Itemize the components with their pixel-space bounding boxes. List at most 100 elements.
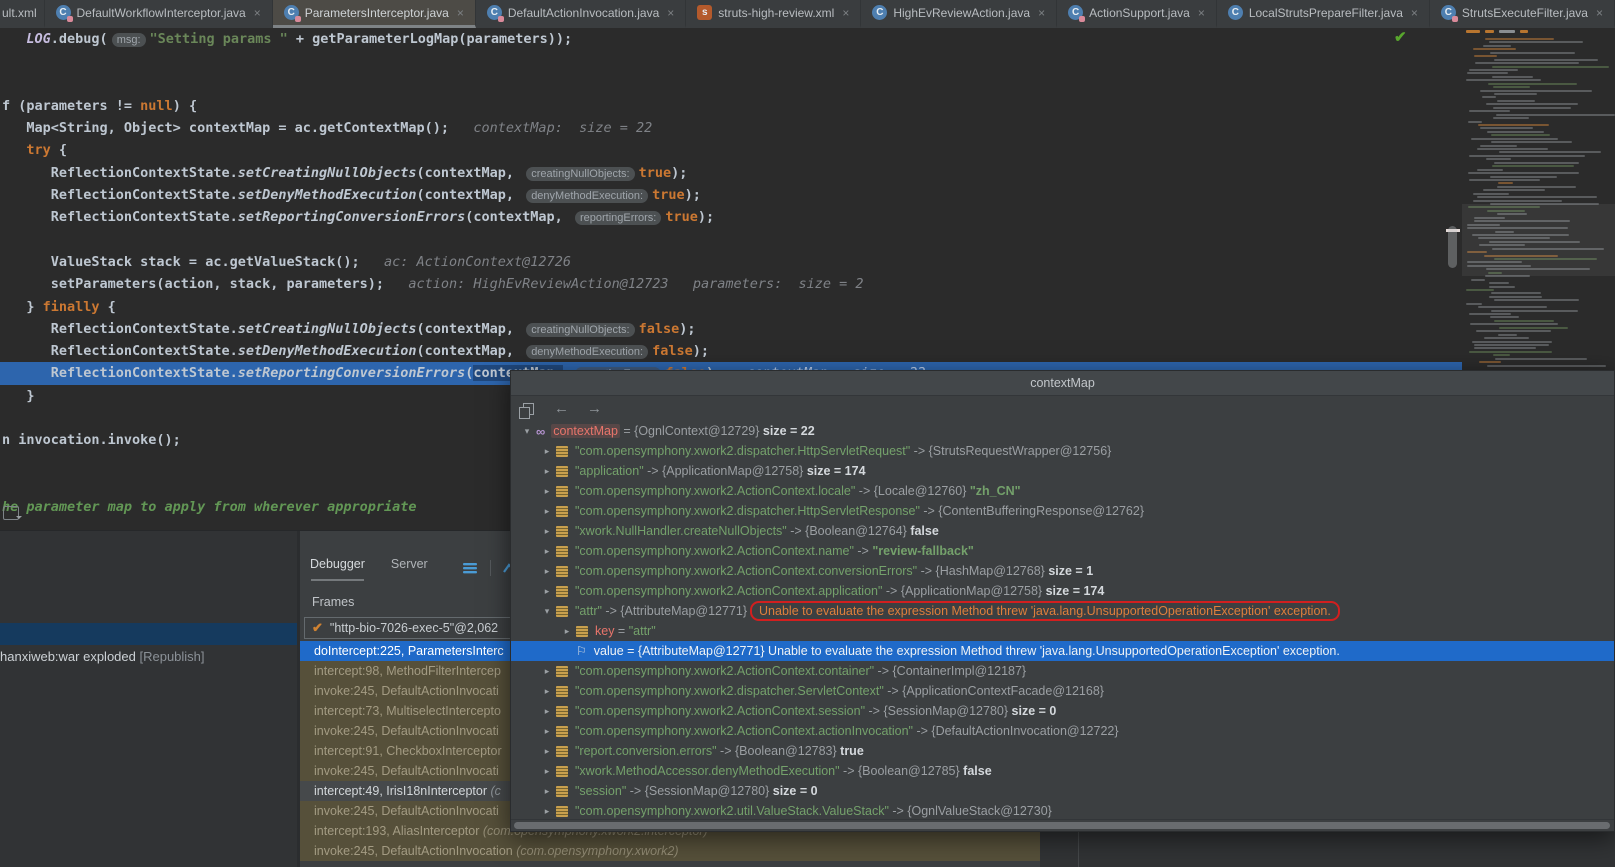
variable-text: size = 174: [807, 464, 866, 478]
menu-icon[interactable]: [462, 561, 478, 575]
editor-tab[interactable]: CDefaultActionInvocation.java×: [476, 0, 686, 28]
popup-hscrollbar-thumb[interactable]: [514, 822, 1610, 829]
variable-text: size = 174: [1046, 584, 1105, 598]
chevron-collapsed-icon[interactable]: ▸: [539, 526, 555, 537]
variable-node[interactable]: ▸"com.opensymphony.xwork2.dispatcher.Htt…: [511, 501, 1614, 521]
chevron-collapsed-icon[interactable]: ▸: [539, 466, 555, 477]
variable-node[interactable]: ▸"xwork.NullHandler.createNullObjects" -…: [511, 521, 1614, 541]
chevron-collapsed-icon[interactable]: ▸: [539, 446, 555, 457]
minimap-viewport[interactable]: [1462, 204, 1615, 276]
variable-text: value: [594, 644, 624, 658]
variable-text: {DefaultActionInvocation@12722}: [931, 724, 1118, 738]
variable-node[interactable]: ▸"com.opensymphony.xwork2.ActionContext.…: [511, 481, 1614, 501]
variable-text: ->: [920, 504, 938, 518]
editor-tab[interactable]: CActionSupport.java×: [1057, 0, 1217, 28]
editor-tab[interactable]: CDefaultWorkflowInterceptor.java×: [45, 0, 273, 28]
editor-scrollbar-thumb[interactable]: [1448, 226, 1457, 268]
editor-tab[interactable]: ult.xml×: [0, 0, 45, 28]
editor-tab[interactable]: sstruts-high-review.xml×: [686, 0, 861, 28]
variable-node[interactable]: ▸"com.opensymphony.xwork2.util.ValueStac…: [511, 801, 1614, 821]
copy-value-icon[interactable]: [523, 403, 534, 415]
chevron-collapsed-icon[interactable]: ▸: [539, 586, 555, 597]
editor-tab[interactable]: CStrutsExecuteFilter.java×: [1430, 0, 1615, 28]
editor-tab[interactable]: CParametersInterceptor.java×: [273, 0, 476, 28]
stack-frame[interactable]: invoke:245, DefaultActionInvocation (com…: [300, 841, 1040, 861]
inspections-ok-icon[interactable]: ✔: [1394, 28, 1407, 46]
close-icon[interactable]: ×: [842, 6, 849, 20]
variable-node[interactable]: ▸key = "attr": [511, 621, 1614, 641]
parameter-hint-chip: creatingNullObjects:: [526, 167, 634, 181]
modified-badge-icon: [67, 16, 73, 22]
variable-node[interactable]: ▸"com.opensymphony.xwork2.ActionContext.…: [511, 721, 1614, 741]
variable-node[interactable]: ▾∞contextMap = {OgnlContext@12729} size …: [511, 421, 1614, 441]
chevron-collapsed-icon[interactable]: ▸: [559, 626, 575, 637]
variable-text: {ApplicationMap@12758}: [901, 584, 1046, 598]
frame-label: doIntercept:225, ParametersInterc: [314, 644, 504, 658]
close-icon[interactable]: ×: [1596, 6, 1603, 20]
variable-node[interactable]: ▸"com.opensymphony.xwork2.dispatcher.Htt…: [511, 441, 1614, 461]
tab-label: StrutsExecuteFilter.java: [1462, 6, 1588, 20]
forward-icon[interactable]: →: [587, 401, 602, 416]
close-icon[interactable]: ×: [1038, 6, 1045, 20]
variable-text: {ApplicationMap@12758}: [662, 464, 807, 478]
variable-node[interactable]: ▸"com.opensymphony.xwork2.dispatcher.Ser…: [511, 681, 1614, 701]
code-line: LOG.debug(msg:"Setting params " + getPar…: [0, 28, 1615, 50]
variable-text: {ContentBufferingResponse@12762}: [938, 504, 1144, 518]
variable-node[interactable]: ▸"com.opensymphony.xwork2.ActionContext.…: [511, 561, 1614, 581]
chevron-collapsed-icon[interactable]: ▸: [539, 486, 555, 497]
variable-node[interactable]: ▸"report.conversion.errors" -> {Boolean@…: [511, 741, 1614, 761]
parameter-hint-chip: creatingNullObjects:: [526, 323, 634, 337]
services-item[interactable]: hanxiweb:war exploded [Republish]: [0, 645, 297, 668]
variable-node[interactable]: ▸"com.opensymphony.xwork2.ActionContext.…: [511, 581, 1614, 601]
chevron-collapsed-icon[interactable]: ▸: [539, 786, 555, 797]
chevron-collapsed-icon[interactable]: ▸: [539, 806, 555, 817]
tab-server[interactable]: Server: [391, 557, 428, 579]
services-selected-row[interactable]: [0, 623, 297, 645]
close-icon[interactable]: ×: [667, 6, 674, 20]
variable-text: size = 0: [1012, 704, 1057, 718]
java-class-icon: C: [56, 5, 71, 20]
chevron-collapsed-icon[interactable]: ▸: [539, 706, 555, 717]
map-entry-icon: [556, 466, 568, 477]
popup-title[interactable]: contextMap: [511, 371, 1614, 396]
chevron-expanded-icon[interactable]: ▾: [519, 426, 535, 437]
chevron-collapsed-icon[interactable]: ▸: [539, 546, 555, 557]
frame-label: invoke:245, DefaultActionInvocati: [314, 804, 499, 818]
code-line: setParameters(action, stack, parameters)…: [0, 273, 1615, 295]
variable-node[interactable]: ▾"attr" -> {AttributeMap@12771}Unable to…: [511, 601, 1614, 621]
chevron-collapsed-icon[interactable]: ▸: [539, 506, 555, 517]
editor-tab[interactable]: CLocalStrutsPrepareFilter.java×: [1217, 0, 1430, 28]
chevron-collapsed-icon[interactable]: ▸: [539, 766, 555, 777]
map-entry-icon: [556, 546, 568, 557]
variable-node[interactable]: ▸"session" -> {SessionMap@12780} size = …: [511, 781, 1614, 801]
close-icon[interactable]: ×: [254, 6, 261, 20]
close-icon[interactable]: ×: [457, 6, 464, 20]
code-line: [0, 50, 1615, 72]
editor-tab[interactable]: CHighEvReviewAction.java×: [861, 0, 1057, 28]
variable-node[interactable]: ▸"com.opensymphony.xwork2.ActionContext.…: [511, 661, 1614, 681]
flag-icon: ⚐: [576, 644, 587, 658]
chevron-collapsed-icon[interactable]: ▸: [539, 686, 555, 697]
variable-text: "report.conversion.errors": [575, 744, 717, 758]
back-icon[interactable]: ←: [554, 401, 569, 416]
map-entry-icon: [556, 526, 568, 537]
variable-node[interactable]: ▸"com.opensymphony.xwork2.ActionContext.…: [511, 701, 1614, 721]
chevron-collapsed-icon[interactable]: ▸: [539, 666, 555, 677]
tab-debugger[interactable]: Debugger: [310, 557, 365, 579]
variable-node[interactable]: ▸"application" -> {ApplicationMap@12758}…: [511, 461, 1614, 481]
debugger-popup: contextMap ← → ▾∞contextMap = {OgnlConte…: [510, 370, 1615, 832]
close-icon[interactable]: ×: [1198, 6, 1205, 20]
chevron-collapsed-icon[interactable]: ▸: [539, 566, 555, 577]
variable-node[interactable]: ⚐value = {AttributeMap@12771} Unable to …: [511, 641, 1614, 661]
chevron-collapsed-icon[interactable]: ▸: [539, 726, 555, 737]
popup-hscrollbar[interactable]: [511, 819, 1614, 831]
chevron-expanded-icon[interactable]: ▾: [539, 606, 555, 617]
chevron-collapsed-icon[interactable]: ▸: [539, 746, 555, 757]
variable-node[interactable]: ▸"xwork.MethodAccessor.denyMethodExecuti…: [511, 761, 1614, 781]
editor-widget-icon[interactable]: [3, 506, 19, 520]
code-text: (contextMap,: [417, 187, 523, 203]
variable-node[interactable]: ▸"com.opensymphony.xwork2.ActionContext.…: [511, 541, 1614, 561]
panel-splitter[interactable]: [297, 531, 300, 867]
close-icon[interactable]: ×: [1411, 6, 1418, 20]
code-line: try {: [0, 139, 1615, 161]
